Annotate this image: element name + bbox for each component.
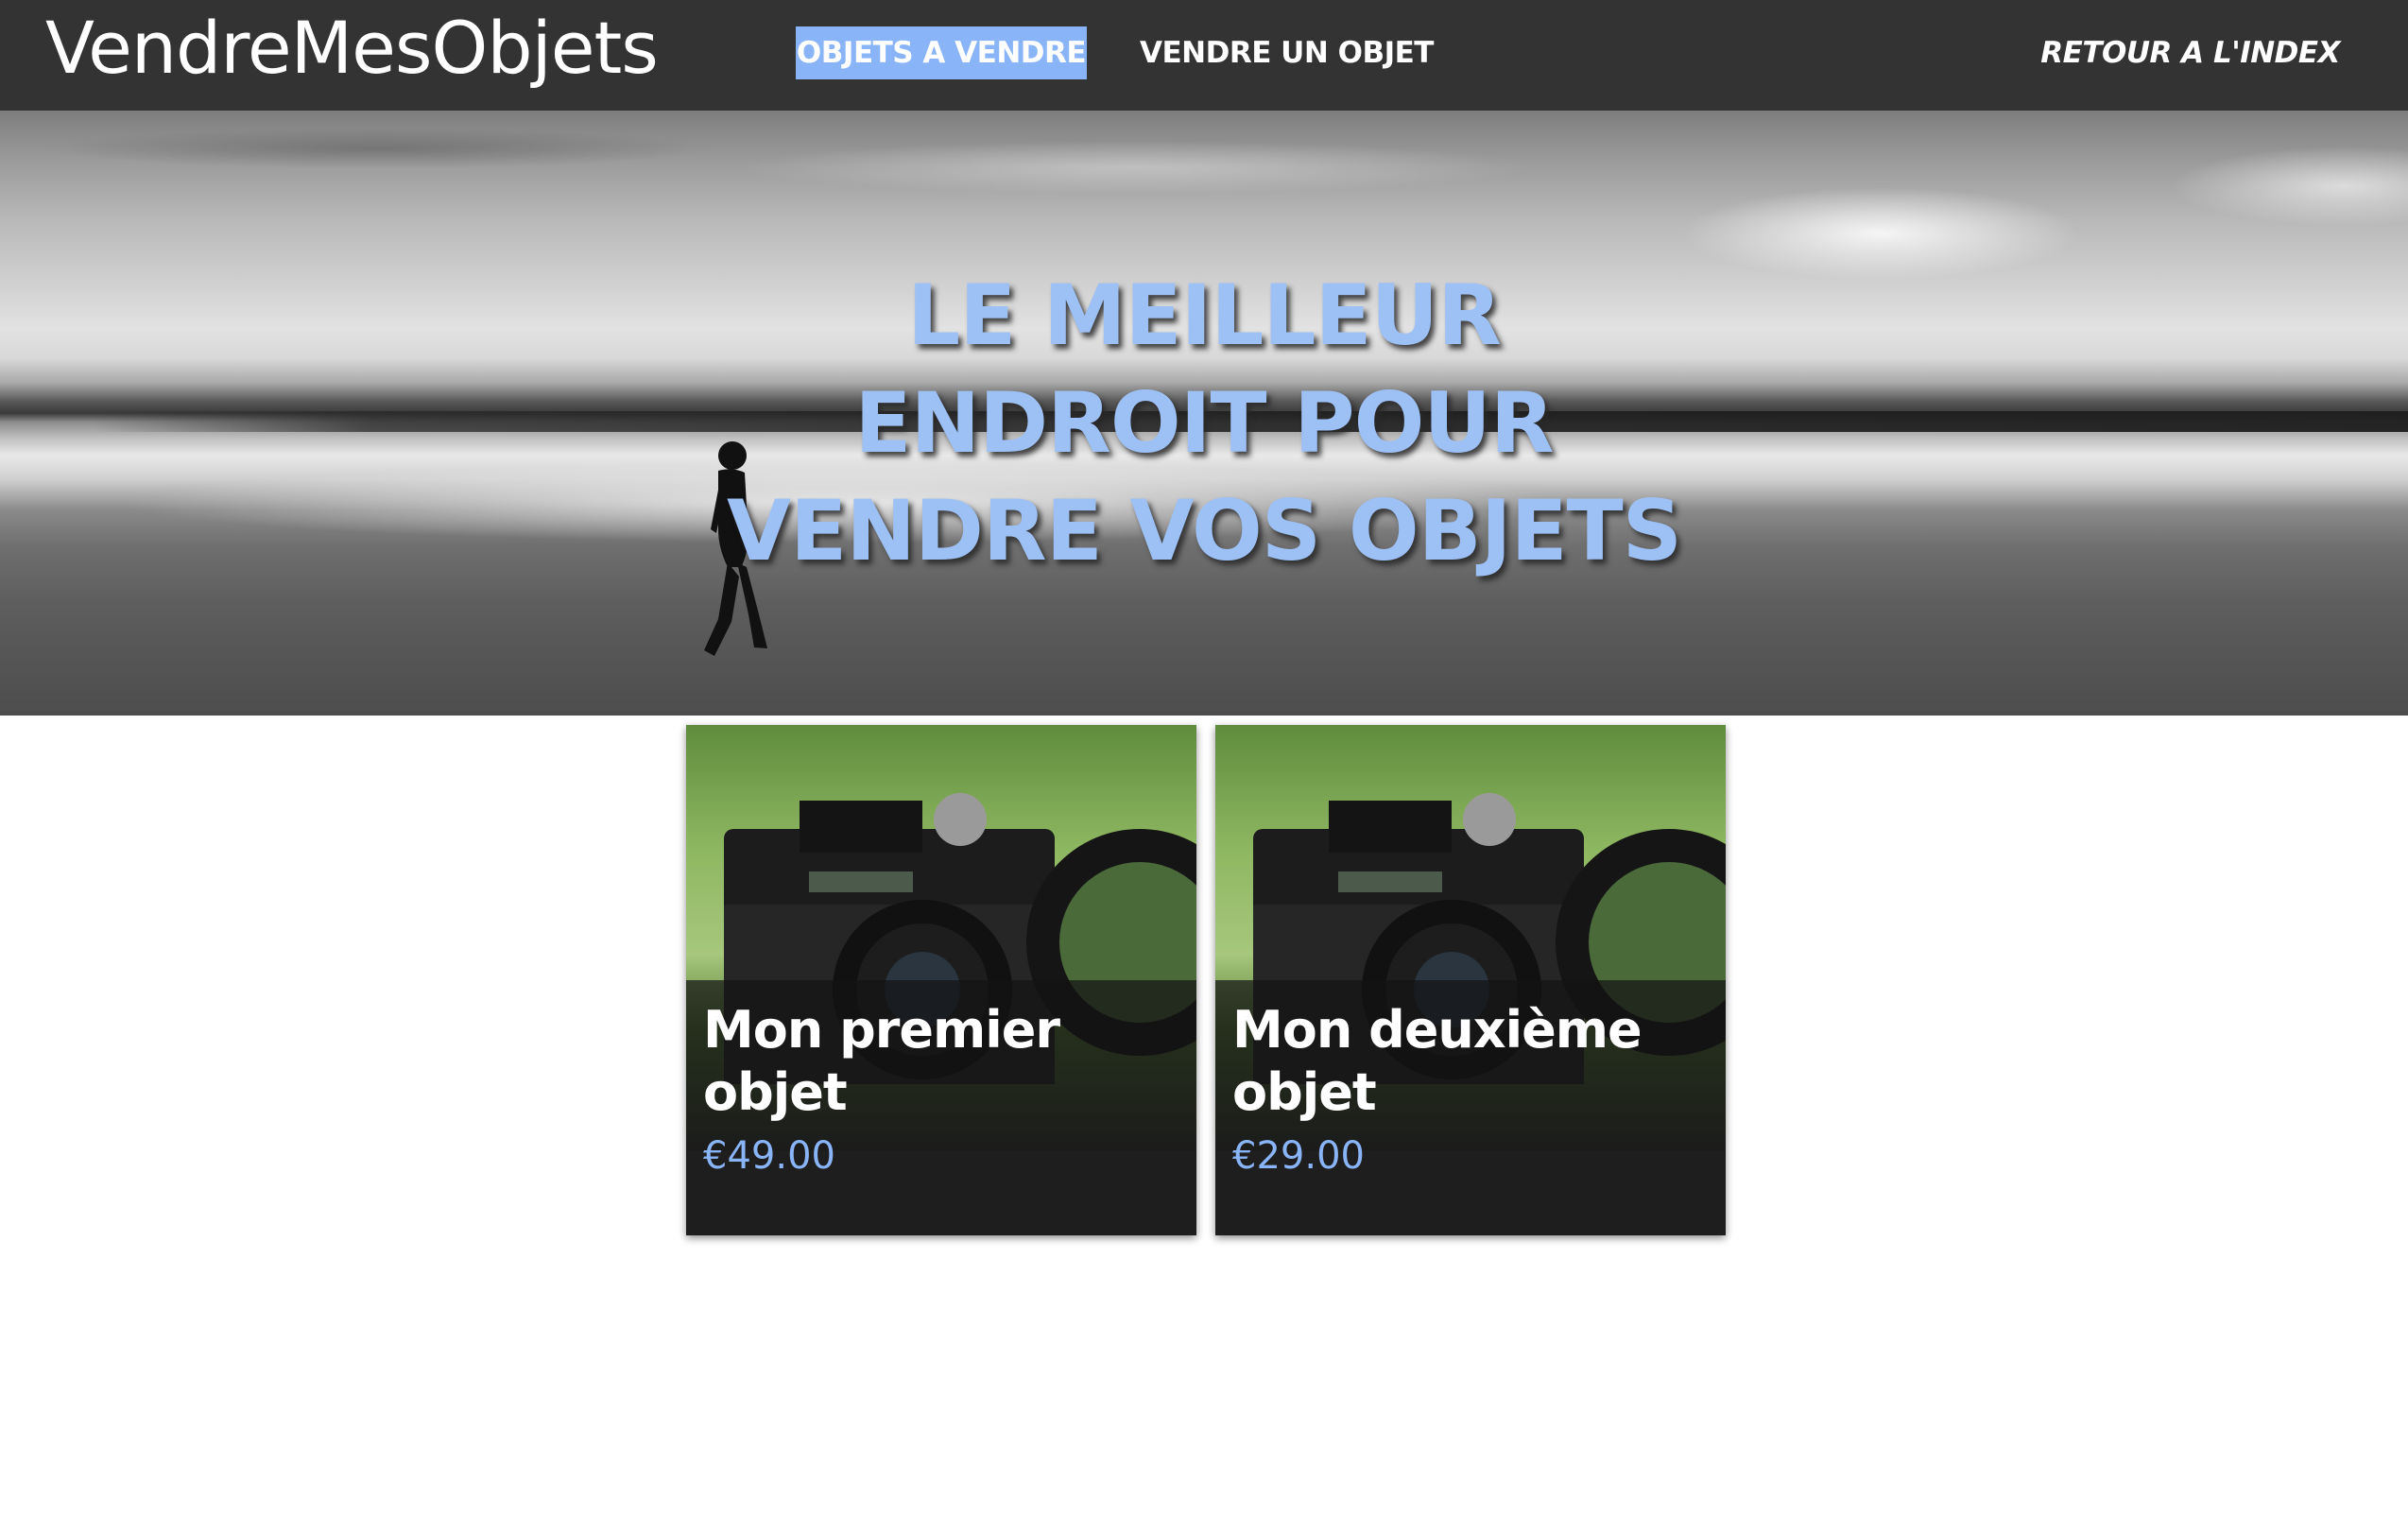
product-card-1[interactable]: Mon premier objet €49.00 (686, 725, 1196, 1235)
navbar: VendreMesObjets OBJETS A VENDRE VENDRE U… (0, 0, 2408, 111)
product-grid: Mon premier objet €49.00 Mon deuxième ob… (686, 725, 1726, 1235)
nav-link-vendre-un-objet[interactable]: VENDRE UN OBJET (1140, 26, 1434, 79)
brand-logo[interactable]: VendreMesObjets (45, 6, 659, 91)
hero-banner: LE MEILLEUR ENDROIT POUR VENDRE VOS OBJE… (0, 111, 2408, 716)
hero-title: LE MEILLEUR ENDROIT POUR VENDRE VOS OBJE… (0, 262, 2408, 585)
hero-title-line-1: LE MEILLEUR (907, 267, 1502, 364)
product-title[interactable]: Mon deuxième objet (1232, 999, 1709, 1124)
hero-title-line-3: VENDRE VOS OBJETS (727, 482, 1682, 579)
product-card-2[interactable]: Mon deuxième objet €29.00 (1215, 725, 1726, 1235)
hero-title-line-2: ENDROIT POUR (854, 374, 1554, 472)
product-card-overlay: Mon deuxième objet €29.00 (1215, 980, 1726, 1235)
product-title[interactable]: Mon premier objet (703, 999, 1179, 1124)
product-price: €29.00 (1232, 1134, 1365, 1178)
product-card-overlay: Mon premier objet €49.00 (686, 980, 1196, 1235)
product-price: €49.00 (703, 1134, 835, 1178)
nav-link-retour-index[interactable]: RETOUR A L'INDEX (2040, 26, 2340, 79)
nav-link-objets-a-vendre[interactable]: OBJETS A VENDRE (796, 26, 1087, 79)
